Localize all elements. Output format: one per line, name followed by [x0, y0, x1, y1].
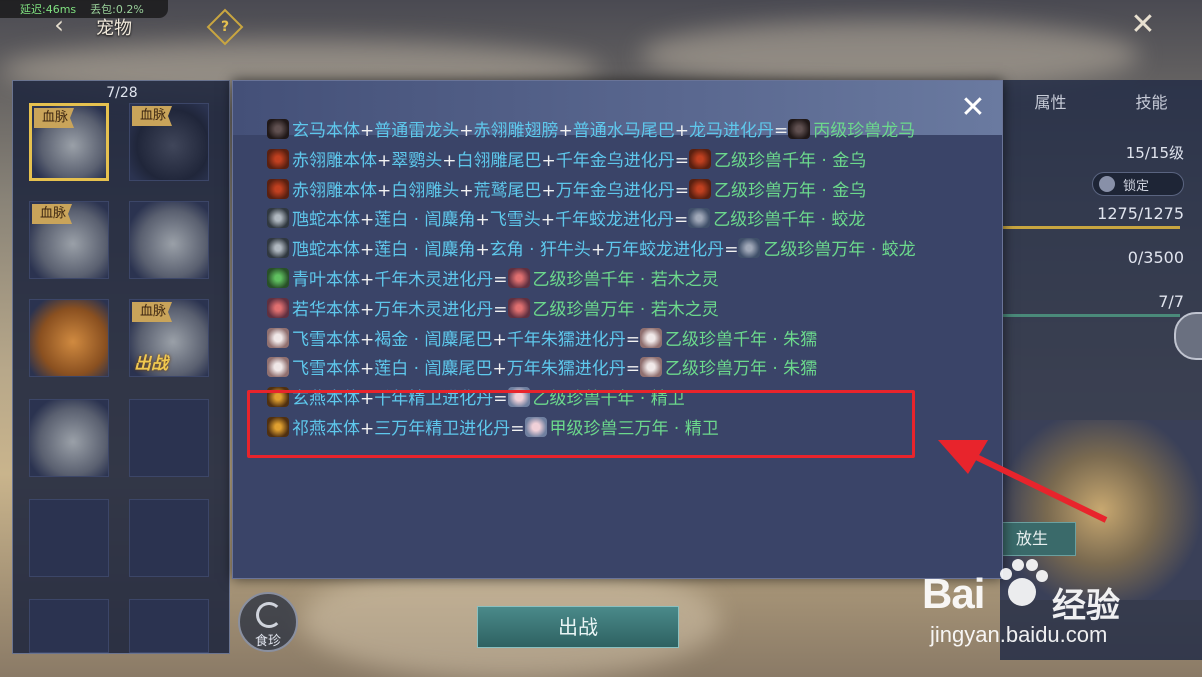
pet-slot[interactable]: 血脉 出战 — [129, 299, 209, 377]
recipe-row: 虺蛇本体+莲白 · 訚麋角+玄角 · 犴牛头+万年蛟龙进化丹= 乙级珍兽万年 · … — [267, 236, 987, 266]
pet-slot[interactable]: 血脉 — [29, 103, 109, 181]
recipe-ingredients: 若华本体+万年木灵进化丹= — [292, 299, 508, 320]
deploy-button[interactable]: 出战 — [477, 606, 679, 648]
recipe-row: 赤翎雕本体+翠鹦头+白翎雕尾巴+千年金乌进化丹= 乙级珍兽千年 · 金乌 — [267, 147, 987, 177]
tab-attributes[interactable]: 属性 — [1000, 80, 1101, 130]
pet-slot-empty[interactable] — [29, 599, 109, 653]
recipe-result: 丙级珍兽龙马 — [813, 121, 916, 141]
pet-list-panel: 7/28 血脉 血脉 血脉 血脉 出战 — [12, 80, 230, 654]
pet-slot-empty[interactable] — [129, 499, 209, 577]
recipe-row: 玄马本体+普通雷龙头+赤翎雕翅膀+普通水马尾巴+龙马进化丹= 丙级珍兽龙马 — [267, 117, 987, 147]
recipe-result: 乙级珍兽千年 · 若木之灵 — [532, 269, 719, 290]
pet-slot-empty[interactable] — [129, 599, 209, 653]
fox-icon — [267, 327, 289, 348]
question-diamond-icon: ? — [220, 19, 230, 35]
recipe-row: 虺蛇本体+莲白 · 訚麋角+飞雪头+千年蛟龙进化丹= 乙级珍兽千年 · 蛟龙 — [267, 206, 987, 236]
recipe-result: 乙级珍兽千年 · 金乌 — [714, 150, 867, 171]
recipe-result: 乙级珍兽千年 · 蛟龙 — [713, 210, 866, 231]
close-button[interactable]: ✕ — [1124, 6, 1162, 44]
exp-value: 0/3500 — [1127, 248, 1184, 267]
recipe-ingredients: 飞雪本体+褐金 · 訚麋尾巴+千年朱獳进化丹= — [292, 329, 640, 350]
close-x-icon: ✕ — [1130, 7, 1156, 42]
highlight-box — [247, 390, 915, 458]
dragon-icon — [738, 238, 761, 259]
chevron-left-icon: ‹ — [54, 11, 64, 39]
baidu-watermark: Bai 经验 jingyan.baidu.com — [922, 548, 1192, 648]
recipe-row: 若华本体+万年木灵进化丹= 乙级珍兽万年 · 若木之灵 — [267, 296, 987, 326]
bloodline-tag: 血脉 — [132, 302, 173, 322]
dragon-icon — [688, 208, 711, 229]
bird-icon — [267, 148, 289, 169]
horse-icon — [267, 119, 289, 139]
slots-bar — [1000, 314, 1180, 317]
bloodline-tag: 血脉 — [32, 204, 73, 224]
leaf-icon — [267, 267, 289, 288]
recipe-result: 乙级珍兽万年 · 金乌 — [714, 180, 867, 201]
food-label: 食珍 — [254, 634, 281, 649]
recipe-ingredients: 虺蛇本体+莲白 · 訚麋角+飞雪头+千年蛟龙进化丹= — [292, 210, 689, 231]
recipe-ingredients: 飞雪本体+莲白 · 訚麋尾巴+万年朱獳进化丹= — [292, 359, 640, 380]
evolution-recipe-popup: ✕ 玄马本体+普通雷龙头+赤翎雕翅膀+普通水马尾巴+龙马进化丹= 丙级珍兽龙马 赤翎… — [232, 80, 1003, 579]
flower-icon — [507, 297, 530, 318]
snake-icon — [267, 208, 289, 229]
pet-slot-empty[interactable] — [129, 399, 209, 477]
recipe-result: 乙级珍兽万年 · 若木之灵 — [532, 299, 719, 320]
level-value: 15/15级 — [1125, 144, 1184, 162]
pet-count: 7/28 — [106, 85, 138, 101]
recipe-ingredients: 虺蛇本体+莲白 · 訚麋角+玄角 · 犴牛头+万年蛟龙进化丹= — [292, 240, 739, 261]
tab-skills[interactable]: 技能 — [1101, 80, 1202, 130]
recipe-result: 乙级珍兽千年 · 朱獳 — [664, 329, 818, 350]
pointer-arrow — [938, 440, 1108, 523]
bird-icon — [267, 178, 289, 199]
hp-value: 1275/1275 — [1097, 204, 1184, 223]
toggle-knob — [1099, 176, 1115, 192]
pet-slot[interactable] — [129, 201, 209, 279]
paw-logo-icon — [1000, 559, 1048, 606]
bird-icon — [689, 178, 711, 199]
fox-icon — [639, 357, 662, 378]
recipe-result: 乙级珍兽万年 · 朱獳 — [664, 359, 818, 380]
snake-icon — [267, 238, 289, 259]
bloodline-tag: 血脉 — [34, 108, 75, 128]
watermark-brand2: 经验 — [1052, 587, 1120, 625]
flower-icon — [267, 297, 289, 318]
pet-slot[interactable] — [29, 299, 109, 377]
recipe-ingredients: 赤翎雕本体+白翎雕头+荒鹫尾巴+万年金乌进化丹= — [292, 180, 689, 201]
lock-label: 锁定 — [1123, 178, 1150, 194]
recipe-ingredients: 赤翎雕本体+翠鹦头+白翎雕尾巴+千年金乌进化丹= — [292, 150, 689, 171]
watermark-url: jingyan.baidu.com — [930, 622, 1108, 647]
deployed-tag: 出战 — [134, 354, 168, 374]
pet-slot[interactable] — [29, 399, 109, 477]
recipe-ingredients: 青叶本体+千年木灵进化丹= — [292, 269, 508, 290]
recipe-row: 飞雪本体+莲白 · 訚麋尾巴+万年朱獳进化丹= 乙级珍兽万年 · 朱獳 — [267, 355, 987, 385]
bloodline-tag: 血脉 — [132, 106, 173, 126]
flower-icon — [507, 267, 530, 288]
food-icon — [256, 602, 282, 628]
pet-slot[interactable]: 血脉 — [29, 201, 109, 279]
recipe-row: 赤翎雕本体+白翎雕头+荒鹫尾巴+万年金乌进化丹= 乙级珍兽万年 · 金乌 — [267, 177, 987, 207]
horse-icon — [788, 119, 811, 139]
pet-slot-empty[interactable] — [29, 499, 109, 577]
food-button[interactable]: 食珍 — [238, 592, 298, 652]
detail-tabs: 属性 技能 — [1000, 80, 1202, 130]
slots-value: 7/7 — [1158, 292, 1184, 311]
recipe-ingredients: 玄马本体+普通雷龙头+赤翎雕翅膀+普通水马尾巴+龙马进化丹= — [292, 121, 789, 141]
pet-slot[interactable]: 血脉 — [129, 103, 209, 181]
fox-icon — [267, 357, 289, 378]
back-button[interactable]: ‹ — [46, 12, 72, 38]
fox-icon — [639, 327, 662, 348]
lock-toggle[interactable]: 锁定 — [1092, 172, 1184, 196]
watermark-brand: Bai — [922, 570, 985, 617]
recipe-row: 青叶本体+千年木灵进化丹= 乙级珍兽千年 · 若木之灵 — [267, 266, 987, 296]
network-status: 延迟:46ms 丢包:0.2% — [0, 0, 168, 18]
recipe-row: 飞雪本体+褐金 · 訚麋尾巴+千年朱獳进化丹= 乙级珍兽千年 · 朱獳 — [267, 326, 987, 356]
page-title: 宠物 — [96, 18, 132, 39]
recipe-result: 乙级珍兽万年 · 蛟龙 — [763, 240, 916, 261]
bird-icon — [689, 148, 711, 169]
hp-bar — [1000, 226, 1180, 229]
